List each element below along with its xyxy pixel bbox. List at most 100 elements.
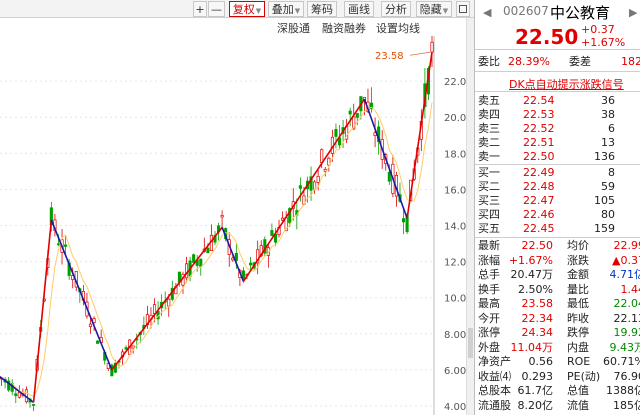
shengutong-link[interactable]: 深股通 — [277, 20, 310, 36]
stat-value: 1.44 — [620, 282, 640, 296]
ask-row[interactable]: 卖一 22.50 136 — [475, 150, 640, 163]
bid-volume: 8 — [608, 166, 615, 179]
yincang-label: 隐藏 — [419, 3, 442, 16]
weicha-value: 182 — [621, 55, 640, 68]
fuquan-label: 复权 — [232, 3, 255, 16]
weicha-label: 委差 — [569, 55, 591, 68]
candle-body — [88, 323, 93, 328]
candle-body — [348, 110, 352, 115]
bid-label: 买五 — [478, 222, 500, 235]
stat-row: 最新 22.50 均价 22.99 — [475, 239, 640, 252]
ask-label: 卖三 — [478, 122, 500, 135]
chouma-button[interactable]: 筹码 — [307, 1, 337, 17]
stat-row: 收益⑷ 0.293 PE(动) 76.90 — [475, 370, 640, 383]
ask-price: 22.51 — [523, 136, 555, 149]
stat-value: 22.99 — [613, 239, 640, 252]
stat-value: ▲0.37 — [612, 253, 640, 267]
stock-name: 中公教育 — [550, 4, 611, 22]
prev-stock-icon[interactable]: ◀ — [483, 6, 491, 19]
candle-body — [96, 340, 100, 344]
yincang-dropdown[interactable]: 隐藏▼ — [416, 1, 452, 17]
stat-value: 23.58 — [521, 297, 554, 310]
ask-price: 22.52 — [523, 122, 555, 135]
stat-value: 9.43万 — [609, 340, 640, 354]
kline-chart-area[interactable]: + — 复权▼ 叠加▼ 筹码 画线 分析 隐藏▼ 深股通 融资融券 设置均线 4… — [0, 0, 474, 415]
stat-label: 量比 — [567, 282, 589, 296]
stat-value: 19.92 — [613, 326, 640, 339]
stat-label: 最高 — [478, 297, 500, 310]
y-tick-label: 20.00 — [444, 113, 466, 124]
ask-row[interactable]: 卖四 22.53 38 — [475, 108, 640, 121]
price-change-pct: +1.67% — [581, 36, 626, 49]
zoom-out-button[interactable]: — — [208, 1, 225, 17]
stat-value: 0.56 — [528, 355, 554, 368]
ask-row[interactable]: 卖三 22.52 6 — [475, 122, 640, 135]
stat-value: 76.90 — [613, 369, 640, 383]
stat-label: 昨收 — [567, 311, 589, 325]
junxian-link[interactable]: 设置均线 — [376, 20, 420, 36]
chevron-down-icon: ▼ — [294, 7, 301, 15]
candle-body — [184, 263, 189, 279]
bid-row[interactable]: 买二 22.48 59 — [475, 180, 640, 193]
next-stock-icon[interactable]: ▶ — [629, 6, 637, 19]
ask-row[interactable]: 卖二 22.51 13 — [475, 136, 640, 149]
stat-value: 22.50 — [521, 239, 554, 252]
candle-body — [64, 244, 68, 247]
stat-label: 金额 — [567, 268, 589, 281]
candle-body — [320, 149, 324, 163]
ask-row[interactable]: 卖五 22.54 36 — [475, 94, 640, 107]
rongzi-link[interactable]: 融资融券 — [322, 20, 366, 36]
scroll-thumb[interactable] — [468, 328, 473, 358]
bid-row[interactable]: 买一 22.49 8 — [475, 166, 640, 179]
huaxian-button[interactable]: 画线 — [344, 1, 374, 17]
dk-signal-link[interactable]: DK点自动提示涨跌信号 — [509, 76, 624, 92]
candlestick-chart[interactable]: 4.00 6.00 8.00 10.00 12.00 14.00 16.00 18.00 20.… — [0, 36, 466, 415]
bid-volume: 59 — [601, 180, 615, 193]
stat-value: 60.71% — [603, 355, 640, 368]
candle-body — [355, 113, 359, 118]
ask-price: 22.53 — [523, 108, 555, 121]
square-icon[interactable] — [456, 1, 470, 17]
bid-price: 22.46 — [523, 208, 555, 221]
candle-body — [298, 185, 302, 189]
bid-label: 买三 — [478, 194, 500, 207]
y-tick-label: 6.00 — [444, 366, 466, 377]
zoom-in-button[interactable]: + — [193, 1, 207, 17]
ask-label: 卖二 — [478, 136, 500, 149]
stat-value: 24.34 — [521, 326, 554, 339]
stat-row: 外盘 11.04万内盘 9.43万 — [475, 341, 640, 354]
stat-label: 跌停 — [567, 326, 589, 339]
stat-value: 22.13 — [613, 311, 640, 325]
stat-value: 2.50% — [518, 282, 553, 296]
candle-body — [199, 258, 203, 267]
bid-label: 买四 — [478, 208, 500, 221]
stat-row: 涨幅 +1.67% 涨跌 ▲0.37 — [475, 254, 640, 267]
bid-label: 买二 — [478, 180, 500, 193]
y-tick-label: 8.00 — [444, 330, 466, 341]
ask-price: 22.50 — [523, 150, 555, 163]
fenxi-button[interactable]: 分析 — [381, 1, 411, 17]
chart-scrollbar[interactable] — [466, 18, 474, 415]
ask-label: 卖五 — [478, 94, 500, 107]
chart-toolbar: + — 复权▼ 叠加▼ 筹码 画线 分析 隐藏▼ — [0, 0, 474, 18]
stat-label: PE(动) — [567, 369, 601, 383]
y-tick-label: 4.00 — [444, 402, 466, 413]
bid-price: 22.48 — [523, 180, 555, 193]
ask-volume: 36 — [601, 94, 615, 107]
bid-row[interactable]: 买五 22.45 159 — [475, 222, 640, 235]
stat-label: 内盘 — [567, 340, 589, 354]
high-marker-line — [409, 51, 431, 56]
stat-label: ROE — [567, 355, 591, 368]
fuquan-dropdown[interactable]: 复权▼ — [229, 1, 265, 17]
candle-body — [32, 404, 36, 406]
weibi-label: 委比 — [478, 55, 500, 68]
stat-row: 总手 20.47万金额 4.71亿 — [475, 268, 640, 281]
bid-volume: 159 — [594, 222, 615, 235]
stat-row: 流通股 8.20亿流值 185亿 — [475, 399, 640, 412]
diejia-dropdown[interactable]: 叠加▼ — [268, 1, 304, 17]
quote-panel: ◀ 002607 中公教育 ▶ 22.50 +0.37 +1.67% 委比 28… — [474, 0, 640, 415]
bid-row[interactable]: 买三 22.47 105 — [475, 194, 640, 207]
candle-body — [167, 298, 171, 307]
candle-body — [206, 247, 210, 254]
bid-row[interactable]: 买四 22.46 80 — [475, 208, 640, 221]
